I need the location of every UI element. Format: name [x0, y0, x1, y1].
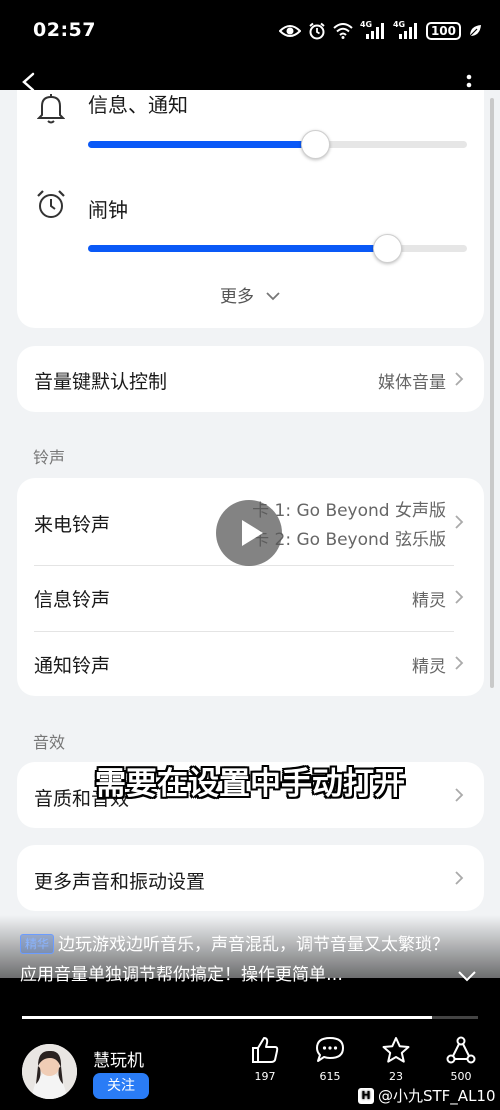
- eye-icon: [278, 25, 301, 37]
- volume-card: 信息、通知 闹钟 更多: [17, 90, 484, 328]
- notification-volume-slider[interactable]: [88, 130, 467, 159]
- comment-count: 615: [319, 1070, 341, 1083]
- more-sound-settings-row[interactable]: 更多声音和振动设置: [17, 845, 484, 911]
- share-count: 500: [450, 1070, 472, 1083]
- author-name[interactable]: 慧玩机: [93, 1046, 144, 1071]
- slider-fill: [88, 141, 316, 148]
- alarm-status-icon: [309, 22, 325, 40]
- chevron-right-icon: [455, 372, 464, 386]
- more-toggle[interactable]: 更多: [17, 280, 484, 314]
- chevron-right-icon: [455, 656, 464, 670]
- star-icon: [382, 1037, 410, 1063]
- message-ringtone-value: 精灵: [412, 591, 446, 611]
- watermark: H @小九STF_AL10: [358, 1085, 496, 1106]
- leaf-icon: [469, 25, 481, 37]
- clock: 02:57: [33, 19, 96, 41]
- message-ringtone-row[interactable]: 信息铃声 精灵: [17, 566, 484, 631]
- share-icon: [446, 1036, 476, 1064]
- slider-thumb[interactable]: [301, 130, 331, 159]
- description-text: 边玩游戏边听音乐，声音混乱，调节音量又太繁琐？应用音量单独调节帮你搞定！操作更简…: [20, 935, 450, 985]
- favorite-button[interactable]: 23: [371, 1036, 421, 1083]
- watermark-text: @小九STF_AL10: [378, 1087, 496, 1105]
- slider-thumb[interactable]: [373, 234, 403, 263]
- slider-label-notification: 信息、通知: [88, 93, 188, 117]
- like-button[interactable]: 197: [240, 1036, 290, 1083]
- signal-4g-icon-1: 4G: [360, 20, 386, 40]
- back-arrow-icon[interactable]: [20, 72, 38, 92]
- section-header-ringtone: 铃声: [33, 448, 66, 467]
- scrollbar[interactable]: [490, 98, 494, 688]
- chevron-right-icon: [455, 515, 464, 529]
- alarm-clock-icon: [37, 190, 65, 218]
- video-progress-bar[interactable]: [22, 1016, 478, 1019]
- featured-badge: 精华: [20, 934, 55, 954]
- message-ringtone-label: 信息铃声: [34, 589, 111, 611]
- wifi-icon: [333, 23, 353, 39]
- like-count: 197: [254, 1070, 276, 1083]
- play-icon: [242, 520, 263, 546]
- volume-key-label: 音量键默认控制: [34, 371, 168, 393]
- bell-icon: [37, 94, 65, 124]
- watermark-logo: H: [358, 1087, 374, 1104]
- notification-ringtone-label: 通知铃声: [34, 655, 111, 677]
- more-label: 更多: [219, 287, 254, 307]
- video-description[interactable]: 精华 边玩游戏边听音乐，声音混乱，调节音量又太繁琐？应用音量单独调节帮你搞定！操作…: [20, 930, 460, 990]
- signal-4g-icon-2: 4G: [393, 20, 419, 40]
- more-sound-settings-label: 更多声音和振动设置: [34, 871, 206, 893]
- volume-key-value: 媒体音量: [378, 373, 446, 393]
- comment-button[interactable]: 615: [305, 1036, 355, 1083]
- author-action-bar: 慧玩机 关注 197 615 23 500 H @小九STF_AL10: [0, 1026, 500, 1110]
- avatar[interactable]: [22, 1044, 77, 1099]
- battery-indicator: 100: [425, 22, 461, 40]
- expand-chevron-icon[interactable]: [457, 970, 477, 982]
- share-button[interactable]: 500: [436, 1036, 486, 1083]
- video-top-nav: [0, 62, 500, 96]
- thumbs-up-icon: [252, 1037, 279, 1063]
- status-icons: 4G 4G 100: [278, 18, 482, 44]
- favorite-count: 23: [389, 1070, 403, 1083]
- chevron-right-icon: [455, 871, 464, 885]
- alarm-volume-slider[interactable]: [88, 234, 467, 263]
- chevron-down-icon: [266, 292, 280, 301]
- slider-label-alarm: 闹钟: [88, 198, 128, 222]
- notification-ringtone-value: 精灵: [412, 657, 446, 677]
- incoming-ringtone-label: 来电铃声: [34, 514, 111, 536]
- play-button[interactable]: [216, 500, 282, 566]
- comment-icon: [316, 1037, 344, 1062]
- chevron-right-icon: [455, 590, 464, 604]
- progress-fill: [22, 1016, 433, 1019]
- follow-button[interactable]: 关注: [93, 1073, 149, 1099]
- section-header-effects: 音效: [33, 733, 66, 752]
- volume-key-card[interactable]: 音量键默认控制 媒体音量: [17, 346, 484, 412]
- status-bar: 02:57 4G 4G 100: [0, 0, 500, 62]
- video-screen: 02:57 4G 4G 100 信息、通知 闹钟 更多 音量键默认控制 媒体音量…: [0, 0, 500, 1110]
- video-subtitle: 需要在设置中手动打开: [95, 766, 405, 802]
- slider-fill: [88, 245, 388, 252]
- notification-ringtone-row[interactable]: 通知铃声 精灵: [17, 632, 484, 696]
